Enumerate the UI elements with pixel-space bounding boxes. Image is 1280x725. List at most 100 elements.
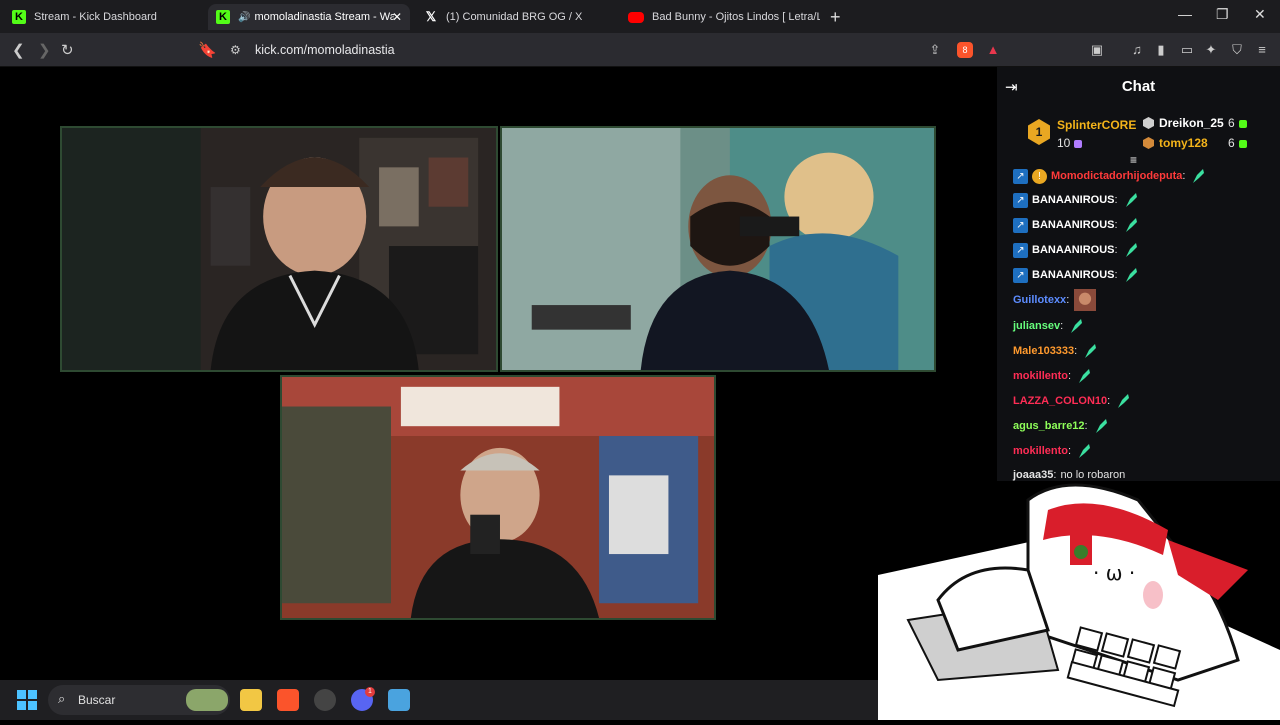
tab-youtube-bad-bunny[interactable]: Bad Bunny - Ojitos Lindos [ Letra/Lyr <box>620 4 820 30</box>
rank-3-icon <box>1143 137 1154 149</box>
emote-icon <box>1085 344 1097 358</box>
leader-second-name[interactable]: Dreikon_25 <box>1159 116 1224 130</box>
close-tab-icon[interactable]: ✕ <box>392 10 402 24</box>
chat-message: juliansev : <box>1013 315 1085 337</box>
leader-first-name[interactable]: SplinterCORE <box>1057 118 1136 132</box>
chat-colon: : <box>1074 345 1078 357</box>
verified-badge-icon: ↗ <box>1013 192 1028 208</box>
rank-2-icon <box>1143 117 1154 129</box>
chat-colon: : <box>1084 420 1088 432</box>
chat-message: Guillotexx : <box>1013 289 1097 311</box>
chat-username[interactable]: BANAANIROUS <box>1032 269 1115 281</box>
gift-icon <box>1238 119 1247 128</box>
chat-message: LAZZA_COLON10 : <box>1013 390 1132 412</box>
new-tab-button[interactable]: + <box>830 7 841 28</box>
chat-message: ↗ BANAANIROUS : <box>1013 189 1140 211</box>
chat-username[interactable]: BANAANIROUS <box>1032 244 1115 256</box>
gift-icon <box>1238 139 1247 148</box>
forward-icon[interactable]: ❯ <box>38 41 51 59</box>
emote-icon <box>1118 394 1130 408</box>
speaker-icon: 🔊 <box>238 11 251 23</box>
ai-icon[interactable]: ✦ <box>1203 42 1219 58</box>
url-field[interactable]: kick.com/momoladinastia <box>255 43 395 57</box>
chat-message: ↗ BANAANIROUS : <box>1013 264 1140 286</box>
brave-rewards-icon[interactable]: ▲ <box>985 42 1001 58</box>
file-explorer-icon[interactable] <box>240 689 262 711</box>
gift-leaderboard: 1 SplinterCORE 10 Dreikon_25 6 tomy128 6… <box>997 111 1280 167</box>
maximize-button[interactable]: ❐ <box>1216 6 1229 23</box>
chat-username[interactable]: BANAANIROUS <box>1032 219 1115 231</box>
tab-momoladinastia[interactable]: K 🔊 momoladinastia Stream - Wat ✕ <box>208 4 410 30</box>
chat-title: Chat <box>1121 78 1156 95</box>
emote-icon <box>1125 193 1137 207</box>
emote-icon <box>1079 369 1091 383</box>
close-window-button[interactable]: ✕ <box>1254 6 1266 23</box>
chat-username[interactable]: agus_barre12 <box>1013 420 1085 432</box>
chat-colon: : <box>1060 320 1064 332</box>
wallet-icon[interactable]: ▭ <box>1179 42 1195 58</box>
chat-panel: ⇥ Chat 1 SplinterCORE 10 Dreikon_25 6 to… <box>997 67 1280 481</box>
emote-icon <box>1079 444 1091 458</box>
camera-feed-bottom <box>280 375 716 620</box>
chat-colon: : <box>1114 244 1118 256</box>
tab-title: Bad Bunny - Ojitos Lindos [ Letra/Lyr <box>652 11 820 23</box>
emote-icon <box>1193 169 1205 183</box>
taskbar-search[interactable]: ⌕ Buscar <box>48 685 230 715</box>
back-icon[interactable]: ❮ <box>12 41 25 59</box>
bongo-cat-overlay: · ω · <box>878 480 1280 720</box>
obs-icon[interactable] <box>314 689 336 711</box>
chat-username[interactable]: mokillento <box>1013 445 1068 457</box>
site-settings-icon[interactable]: ⚙ <box>230 43 241 57</box>
verified-badge-icon: ↗ <box>1013 267 1028 283</box>
stream-player[interactable] <box>0 67 997 680</box>
brave-browser-icon[interactable] <box>277 689 299 711</box>
sidebar-icon[interactable]: ▮ <box>1153 42 1169 58</box>
notepad-icon[interactable] <box>388 689 410 711</box>
svg-text:· ω ·: · ω · <box>1093 561 1135 585</box>
chat-colon: : <box>1114 219 1118 231</box>
chat-message: Male103333 : <box>1013 340 1099 362</box>
emote-icon <box>1125 243 1137 257</box>
windows-taskbar: ⌕ Buscar 1 <box>0 680 880 720</box>
chat-message: agus_barre12 : <box>1013 415 1110 437</box>
chat-username[interactable]: Momodictadorhijodeputa <box>1051 170 1182 182</box>
chat-colon: : <box>1066 294 1070 306</box>
search-placeholder: Buscar <box>78 693 116 707</box>
windows-start-icon[interactable] <box>17 690 37 710</box>
kick-icon: K <box>216 10 230 24</box>
chat-username[interactable]: Guillotexx <box>1013 294 1066 306</box>
chat-colon: : <box>1114 269 1118 281</box>
emote-icon <box>1095 419 1107 433</box>
chat-username[interactable]: juliansev <box>1013 320 1060 332</box>
brave-shields-icon[interactable]: 8 <box>957 42 973 58</box>
chat-username[interactable]: LAZZA_COLON10 <box>1013 395 1107 407</box>
chat-username[interactable]: BANAANIROUS <box>1032 194 1115 206</box>
chat-message: ↗ BANAANIROUS : <box>1013 239 1140 261</box>
chat-message: ↗ ! Momodictadorhijodeputa : <box>1013 167 1207 187</box>
notification-badge: 1 <box>365 687 375 697</box>
chat-username[interactable]: Male103333 <box>1013 345 1074 357</box>
search-icon: ⌕ <box>58 691 66 706</box>
leo-icon[interactable]: ▣ <box>1089 42 1105 58</box>
gift-icon <box>1074 139 1083 148</box>
music-icon[interactable]: ♫ <box>1129 42 1145 58</box>
chat-username[interactable]: mokillento <box>1013 370 1068 382</box>
tab-x-comunidad[interactable]: 𝕏 (1) Comunidad BRG OG / X <box>416 4 616 30</box>
share-icon[interactable]: ⇪ <box>927 42 943 58</box>
tab-kick-dashboard[interactable]: K Stream - Kick Dashboard <box>4 4 204 30</box>
vpn-icon[interactable]: ⛉ <box>1229 42 1245 58</box>
tab-title: (1) Comunidad BRG OG / X <box>446 11 583 23</box>
chat-message: ↗ BANAANIROUS : <box>1013 214 1140 236</box>
chat-colon: : <box>1068 370 1072 382</box>
reload-icon[interactable]: ↻ <box>61 41 74 59</box>
bookmark-icon[interactable]: 🔖 <box>198 41 217 59</box>
chat-header: ⇥ Chat <box>997 67 1280 107</box>
leader-third-name[interactable]: tomy128 <box>1159 136 1208 150</box>
minimize-button[interactable]: — <box>1178 6 1192 22</box>
expand-leaderboard-icon[interactable]: ≡ <box>1130 153 1137 167</box>
tab-title: momoladinastia Stream - Wat <box>254 11 395 23</box>
chat-colon: : <box>1107 395 1111 407</box>
leader-third-count: 6 <box>1228 136 1247 150</box>
chat-message: mokillento : <box>1013 440 1093 462</box>
menu-icon[interactable]: ≡ <box>1254 42 1270 58</box>
